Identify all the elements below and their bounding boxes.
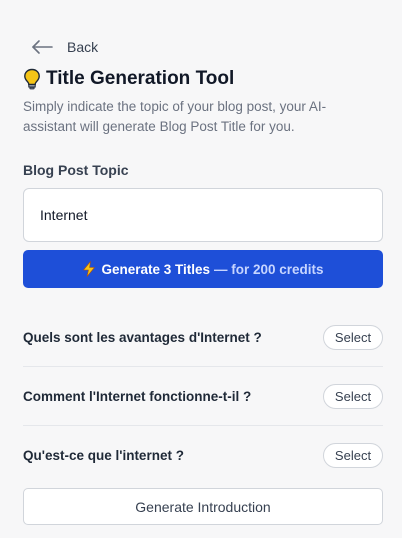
page-header: Title Generation Tool: [23, 68, 234, 90]
topic-input[interactable]: [23, 188, 383, 242]
list-item: Comment l'Internet fonctionne-t-il ? Sel…: [23, 367, 383, 426]
lightning-icon: [83, 261, 96, 277]
back-link[interactable]: Back: [31, 38, 98, 56]
back-label[interactable]: Back: [67, 39, 98, 55]
generated-title: Comment l'Internet fonctionne-t-il ?: [23, 388, 252, 404]
generate-button-credits: — for 200 credits: [214, 261, 324, 277]
select-button[interactable]: Select: [323, 324, 383, 350]
list-item: Qu'est-ce que l'internet ? Select: [23, 426, 383, 484]
generated-title: Qu'est-ce que l'internet ?: [23, 447, 184, 463]
arrow-left-icon: [32, 40, 53, 54]
list-item: Quels sont les avantages d'Internet ? Se…: [23, 308, 383, 367]
lightbulb-icon: [24, 68, 40, 90]
title-generation-page: Back Title Generation Tool Simply indica…: [0, 0, 402, 538]
generated-titles-list: Quels sont les avantages d'Internet ? Se…: [23, 308, 383, 484]
generate-introduction-button[interactable]: Generate Introduction: [23, 488, 383, 525]
page-title: Title Generation Tool: [46, 68, 235, 89]
select-button[interactable]: Select: [323, 442, 383, 468]
topic-label: Blog Post Topic: [23, 162, 129, 178]
generate-button-label: Generate 3 Titles: [101, 261, 210, 277]
generated-title: Quels sont les avantages d'Internet ?: [23, 329, 262, 345]
generate-titles-button[interactable]: Generate 3 Titles — for 200 credits: [23, 250, 383, 288]
page-subtitle: Simply indicate the topic of your blog p…: [23, 99, 327, 134]
select-button[interactable]: Select: [323, 383, 383, 409]
